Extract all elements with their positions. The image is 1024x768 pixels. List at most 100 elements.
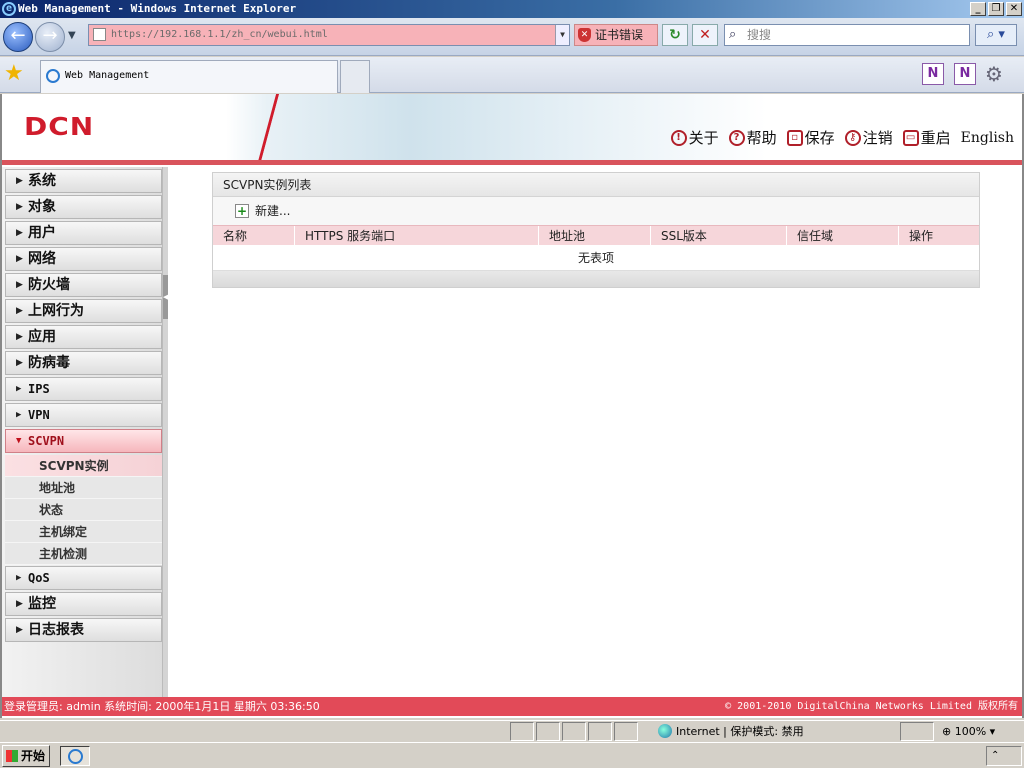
sidebar-item-internet-behavior[interactable]: ▶ 上网行为 [5,299,162,323]
shield-icon: ✕ [578,28,591,42]
onenote-icon[interactable]: N [922,63,944,85]
chevron-right-icon: ▶ [16,254,23,264]
window-title: Web Management - Windows Internet Explor… [18,2,297,15]
search-icon: ⌕ [729,27,737,42]
column-header-zone[interactable]: 信任域 [787,226,899,245]
sidebar-item-system[interactable]: ▶ 系统 [5,169,162,193]
taskbar-ie-button[interactable] [60,746,90,766]
column-header-address-pool[interactable]: 地址池 [539,226,651,245]
chevron-right-icon: ▶ [16,176,23,186]
sidebar-item-monitor[interactable]: ▶ 监控 [5,592,162,616]
certificate-error-button[interactable]: ✕ 证书错误 [574,24,658,46]
header-banner: DCN ! 关于 ? 帮助 ▫ 保存 ⚷ 注销 ▭ 重启 English [2,94,1022,162]
security-zone[interactable]: Internet | 保护模式: 禁用 [656,722,804,741]
minimize-button[interactable]: _ [970,2,986,16]
tab-bar: ★ Web Management N N ⚙ [0,57,1024,93]
dcn-logo: DCN [24,111,95,142]
chevron-right-icon: ▶ [16,332,23,342]
start-button[interactable]: 开始 [2,745,50,767]
copyright: © 2001-2010 DigitalChina Networks Limite… [725,701,1018,712]
sidebar-subitem-status[interactable]: 状态 [5,499,162,521]
protected-mode-icon[interactable] [900,722,934,741]
refresh-button[interactable]: ↻ [662,24,688,46]
sidebar-item-firewall[interactable]: ▶ 防火墙 [5,273,162,297]
start-label: 开始 [21,749,46,763]
sidebar-item-objects[interactable]: ▶ 对象 [5,195,162,219]
status-cell [588,722,612,741]
windows-taskbar: 开始 ⌃ [0,742,1024,768]
chevron-right-icon: ▶ [16,228,23,238]
page-icon [93,28,106,41]
sidebar-item-qos[interactable]: ▶ QoS [5,566,162,590]
column-header-ssl-version[interactable]: SSL版本 [651,226,787,245]
login-info: 登录管理员: admin 系统时间: 2000年1月1日 星期六 03:36:5… [4,700,320,713]
collapse-handle-icon[interactable]: ◀ [163,275,168,319]
logout-link[interactable]: ⚷ 注销 [844,127,893,148]
web-page: DCN ! 关于 ? 帮助 ▫ 保存 ⚷ 注销 ▭ 重启 English ▶ 系统 ▶ 对象 … [0,94,1024,718]
favorites-star-icon[interactable]: ★ [4,62,24,86]
chevron-right-icon: ▶ [16,202,23,212]
gear-icon[interactable]: ⚙ [985,62,1003,86]
address-bar[interactable]: https://192.168.1.1/zh_cn/webui.html ▼ [88,24,570,46]
browser-status-bar: Internet | 保护模式: 禁用 ⊕ 100% ▾ [0,720,1024,742]
stop-button[interactable]: ✕ [692,24,718,46]
help-link[interactable]: ? 帮助 [728,127,777,148]
sidebar-item-users[interactable]: ▶ 用户 [5,221,162,245]
sidebar-item-ips[interactable]: ▶ IPS [5,377,162,401]
recent-pages-dropdown-icon[interactable]: ▼ [68,30,76,41]
sidebar-item-network[interactable]: ▶ 网络 [5,247,162,271]
chevron-right-icon: ▶ [16,625,23,635]
sidebar-item-vpn[interactable]: ▶ VPN [5,403,162,427]
sidebar-item-log-report[interactable]: ▶ 日志报表 [5,618,162,642]
back-button[interactable]: ← [3,22,33,52]
sidebar-item-application[interactable]: ▶ 应用 [5,325,162,349]
sidebar-subitem-host-binding[interactable]: 主机绑定 [5,521,162,543]
column-header-name[interactable]: 名称 [213,226,295,245]
close-button[interactable]: ✕ [1006,2,1022,16]
windows-logo-icon [6,750,18,762]
sidebar-splitter[interactable]: ◀ [162,167,168,697]
english-link[interactable]: English [961,127,1014,148]
onenote-linked-icon[interactable]: N [954,63,976,85]
sidebar-subitem-host-check[interactable]: 主机检测 [5,543,162,565]
search-button[interactable]: ⌕ ▾ [975,24,1017,46]
address-toolbar: ← → ▼ https://192.168.1.1/zh_cn/webui.ht… [0,18,1024,56]
address-dropdown-icon[interactable]: ▼ [555,25,569,45]
save-link[interactable]: ▫ 保存 [786,127,835,148]
status-cell [562,722,586,741]
chevron-right-icon: ▶ [16,573,22,583]
about-link[interactable]: ! 关于 [670,127,719,148]
window-title-bar: e Web Management - Windows Internet Expl… [0,0,1024,18]
tray-chevron-up-icon[interactable]: ⌃ [991,750,999,761]
tab-web-management[interactable]: Web Management [40,60,338,93]
banner-swoosh [220,94,280,162]
chevron-down-icon: ▾ [986,725,996,738]
scvpn-instance-panel: SCVPN实例列表 + 新建... 名称 HTTPS 服务端口 地址池 SSL版… [212,172,980,288]
restart-link[interactable]: ▭ 重启 [902,127,951,148]
sidebar-item-scvpn[interactable]: ▼ SCVPN [5,429,162,453]
search-input[interactable]: ⌕ 搜搜 [724,24,970,46]
new-tab-button[interactable] [340,60,370,93]
system-tray[interactable]: ⌃ [986,746,1022,766]
ie-icon [68,749,83,764]
sidebar-subitem-scvpn-instance[interactable]: SCVPN实例 [5,455,162,477]
panel-footer [213,271,979,287]
chevron-right-icon: ▶ [16,280,23,290]
certificate-error-label: 证书错误 [595,28,644,42]
table-header: 名称 HTTPS 服务端口 地址池 SSL版本 信任域 操作 [213,225,979,245]
search-placeholder: 搜搜 [747,28,772,42]
add-icon[interactable]: + [235,204,249,218]
maximize-button[interactable]: ❐ [988,2,1004,16]
restart-icon: ▭ [902,129,919,146]
forward-button[interactable]: → [35,22,65,52]
ie-tab-icon [46,69,60,83]
sidebar-subitem-address-pool[interactable]: 地址池 [5,477,162,499]
zoom-control[interactable]: ⊕ 100% ▾ [938,722,995,741]
sidebar-item-antivirus[interactable]: ▶ 防病毒 [5,351,162,375]
security-zone-label: Internet | 保护模式: 禁用 [676,725,804,738]
status-cell [614,722,638,741]
new-button[interactable]: 新建... [255,204,290,218]
status-cell [536,722,560,741]
column-header-action[interactable]: 操作 [899,226,979,245]
column-header-https-port[interactable]: HTTPS 服务端口 [295,226,539,245]
